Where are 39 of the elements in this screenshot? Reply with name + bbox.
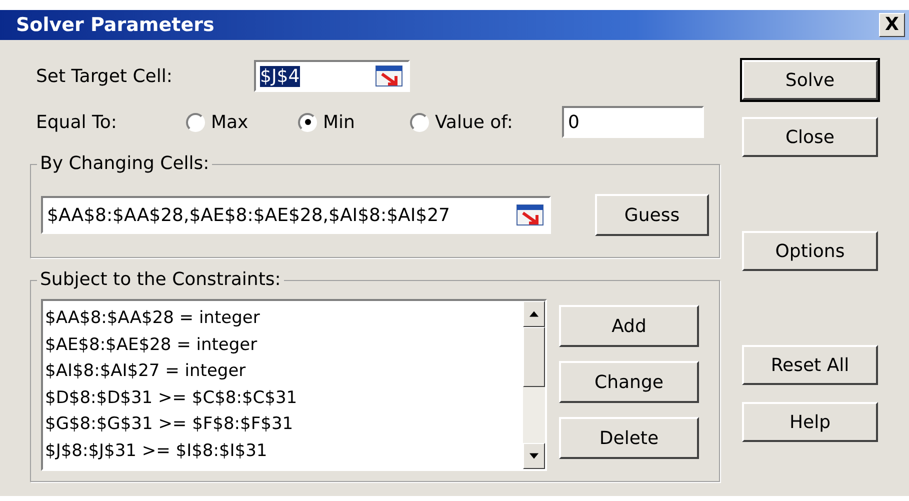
field-value: $J$4 [260,66,300,86]
dialog-button[interactable]: Reset All [742,345,878,385]
guess-button[interactable]: Guess [595,194,709,236]
field-label: Set Target Cell: [36,66,174,86]
group-label: Subject to the Constraints: [37,269,284,290]
list-item[interactable]: $AI$8:$AI$27 = integer [45,358,521,384]
list-item[interactable]: $AA$8:$AA$28 = integer [45,305,521,332]
scrollbar-thumb[interactable] [523,327,545,387]
changing-cells-field[interactable]: $AA$8:$AA$28,$AE$8:$AE$28,$AI$8:$AI$27 [41,196,551,234]
list-item[interactable]: $D$8:$D$31 >= $C$8:$C$31 [45,384,521,411]
constraint-button[interactable]: Change [559,361,699,403]
list-item[interactable]: $G$8:$G$31 >= $F$8:$F$31 [45,411,521,438]
radio-circle-icon[interactable] [186,112,205,132]
radio-button[interactable]: Min [298,112,410,132]
radio-button[interactable]: Max [186,112,298,132]
list-item[interactable]: $J$8:$J$31 >= $I$8:$I$31 [45,438,521,464]
target-cell-field[interactable]: $J$4 [254,60,410,92]
constraints-list[interactable]: $AA$8:$AA$28 = integer $AE$8:$AE$28 = integer $AI$8:$AI$27 = integer $D$8:$D$31 >= $C$8:$C$31 $G$8:$G$31 >= $F$8:$F$31 $J$8:$J$31 >= $I$8:$I$31 [41,299,547,471]
constraint-button[interactable]: Add [559,305,699,347]
scrollbar[interactable] [523,301,545,469]
field-label: Equal To: [36,112,118,132]
radio-circle-icon[interactable] [298,112,317,132]
scroll-up-icon[interactable] [523,301,545,327]
radio-button[interactable]: Value of: [410,112,562,132]
dialog-button[interactable]: Help [742,402,878,442]
dialog-button[interactable]: Close [742,117,878,157]
value-field[interactable]: 0 [562,106,704,138]
title-bar-x-button[interactable]: X [879,13,905,37]
range-picker-icon[interactable] [515,203,545,227]
dialog-button[interactable]: Solve [742,60,878,100]
range-picker-icon[interactable] [374,64,404,88]
dialog-button[interactable]: Options [742,231,878,271]
constraint-button[interactable]: Delete [559,417,699,459]
field-value: $AA$8:$AA$28,$AE$8:$AE$28,$AI$8:$AI$27 [47,204,450,226]
radio-circle-icon[interactable] [410,112,429,132]
window-title: Solver Parameters [16,14,214,36]
scroll-down-icon[interactable] [523,443,545,469]
group-label: By Changing Cells: [37,153,212,174]
list-item[interactable]: $AE$8:$AE$28 = integer [45,332,521,358]
